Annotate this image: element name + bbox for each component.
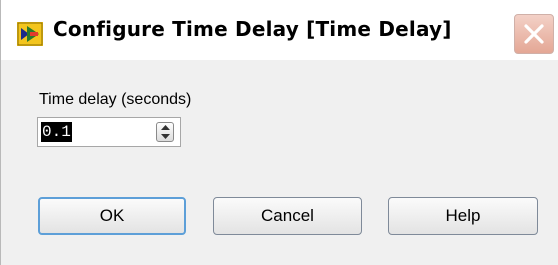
ok-button[interactable]: OK bbox=[38, 197, 186, 235]
cancel-button[interactable]: Cancel bbox=[213, 197, 362, 235]
time-delay-value[interactable]: 0.1 bbox=[41, 122, 72, 142]
up-down-arrows-icon bbox=[161, 125, 170, 139]
time-delay-numeric-control[interactable]: 0.1 bbox=[37, 117, 181, 147]
close-icon bbox=[524, 24, 544, 44]
time-delay-spinner[interactable] bbox=[156, 122, 174, 142]
window-title: Configure Time Delay [Time Delay] bbox=[53, 17, 452, 41]
help-button[interactable]: Help bbox=[388, 197, 538, 235]
labview-express-vi-icon bbox=[17, 22, 43, 46]
time-delay-label: Time delay (seconds) bbox=[39, 91, 192, 108]
title-bar[interactable]: Configure Time Delay [Time Delay] bbox=[1, 0, 558, 60]
close-button[interactable] bbox=[514, 14, 554, 54]
dialog-window: Configure Time Delay [Time Delay] Time d… bbox=[0, 0, 558, 265]
